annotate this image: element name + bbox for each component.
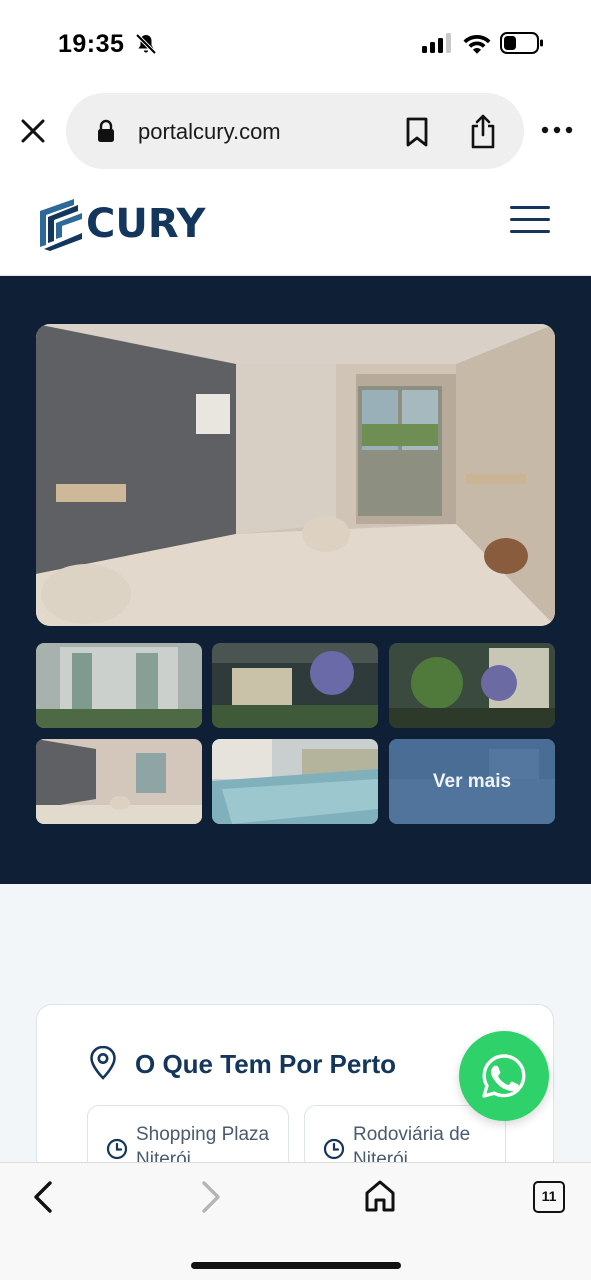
hero-lounge-photo[interactable]: [36, 324, 555, 626]
lock-icon: [98, 119, 114, 142]
hamburger-menu-icon[interactable]: [510, 206, 550, 238]
building-facade-photo[interactable]: [36, 643, 202, 728]
cury-logo[interactable]: CURY: [38, 196, 205, 252]
whatsapp-button[interactable]: [459, 1031, 549, 1121]
more-icon[interactable]: [540, 124, 574, 136]
see-more-button[interactable]: Ver mais: [389, 739, 555, 824]
logo-text: CURY: [86, 201, 206, 247]
home-indicator: [191, 1262, 401, 1269]
home-icon[interactable]: [364, 1179, 396, 1213]
url-text: portalcury.com: [138, 119, 281, 144]
clock-icon: [323, 1138, 345, 1160]
nearby-section: O Que Tem Por Perto Shopping Plaza Niter…: [0, 884, 591, 1224]
close-icon[interactable]: [18, 116, 48, 146]
back-icon[interactable]: [28, 1179, 58, 1215]
entrance-photo[interactable]: [212, 643, 378, 728]
see-more-label: Ver mais: [432, 770, 512, 792]
bell-slash-icon: [135, 33, 157, 55]
clock-icon: [106, 1138, 128, 1160]
lounge-photo[interactable]: [36, 739, 202, 824]
property-gallery: Ver mais: [0, 276, 591, 884]
whatsapp-icon: [482, 1054, 526, 1098]
logo-mark-icon: [40, 199, 82, 251]
status-bar: 19:35: [0, 0, 591, 88]
garden-photo[interactable]: [389, 643, 555, 728]
browser-toolbar: 11: [0, 1162, 591, 1280]
forward-icon[interactable]: [196, 1179, 226, 1215]
share-icon[interactable]: [468, 113, 498, 149]
browser-address-bar: portalcury.com: [0, 88, 591, 176]
signal-icon: [422, 33, 451, 53]
url-field[interactable]: portalcury.com: [66, 93, 524, 169]
battery-icon: [500, 32, 543, 54]
nearby-title: O Que Tem Por Perto: [135, 1049, 397, 1079]
tabs-button[interactable]: 11: [533, 1181, 565, 1213]
bookmark-icon[interactable]: [404, 117, 430, 147]
wifi-icon: [463, 35, 491, 54]
site-header: CURY: [0, 176, 591, 276]
location-pin-icon: [90, 1045, 116, 1080]
status-time: 19:35: [58, 30, 125, 58]
tab-count: 11: [541, 1188, 557, 1204]
pool-photo[interactable]: [212, 739, 378, 824]
